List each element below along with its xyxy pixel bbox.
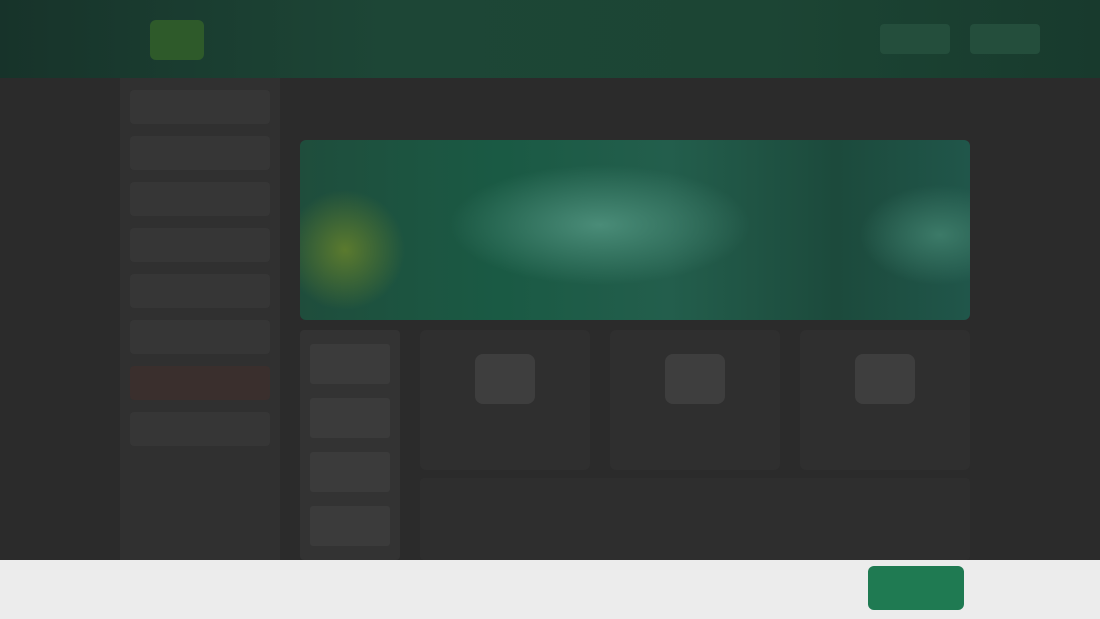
sidebar-item-7[interactable]: [130, 366, 270, 400]
secondary-column: [300, 330, 400, 560]
sidebar-item-5[interactable]: [130, 274, 270, 308]
sidebar-item-4[interactable]: [130, 228, 270, 262]
card-row: [420, 330, 970, 470]
main-content: [290, 78, 980, 560]
hero-banner[interactable]: [300, 140, 970, 320]
content-area: [420, 478, 970, 560]
sidebar: [120, 78, 280, 560]
secondary-item-1[interactable]: [310, 344, 390, 384]
header-button-1[interactable]: [880, 24, 950, 54]
secondary-item-2[interactable]: [310, 398, 390, 438]
card-1[interactable]: [420, 330, 590, 470]
card-1-icon: [475, 354, 535, 404]
app-header: [0, 0, 1100, 78]
sidebar-item-1[interactable]: [130, 90, 270, 124]
card-3-icon: [855, 354, 915, 404]
sidebar-item-8[interactable]: [130, 412, 270, 446]
bottom-bar: [0, 560, 1100, 619]
card-2[interactable]: [610, 330, 780, 470]
card-3[interactable]: [800, 330, 970, 470]
sidebar-item-3[interactable]: [130, 182, 270, 216]
sidebar-item-6[interactable]: [130, 320, 270, 354]
card-2-icon: [665, 354, 725, 404]
sidebar-item-2[interactable]: [130, 136, 270, 170]
secondary-item-3[interactable]: [310, 452, 390, 492]
header-button-2[interactable]: [970, 24, 1040, 54]
app-logo-icon[interactable]: [150, 20, 204, 60]
primary-action-button[interactable]: [868, 566, 964, 610]
secondary-item-4[interactable]: [310, 506, 390, 546]
